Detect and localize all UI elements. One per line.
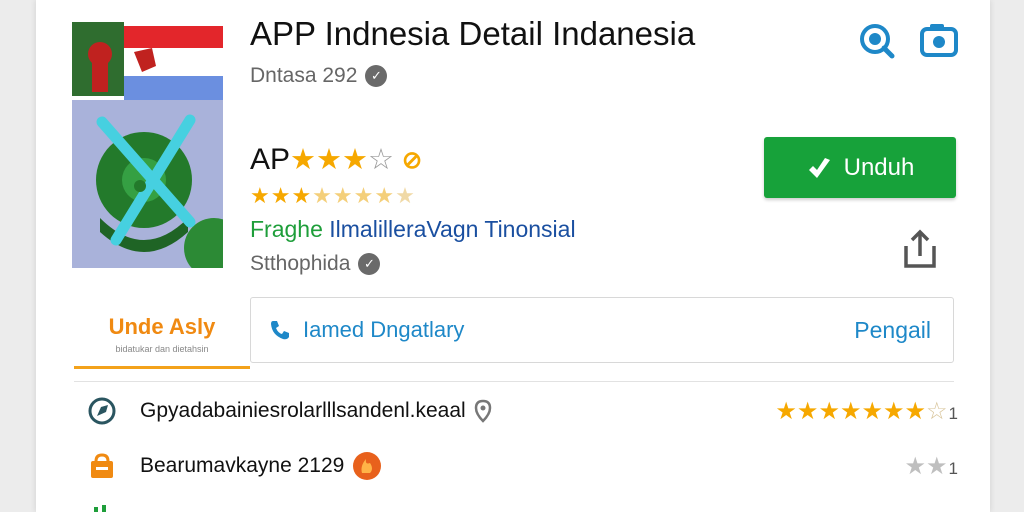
app-detail-card: APP Indnesia Detail Indanesia Dntasa 292…: [36, 0, 990, 512]
search-icon[interactable]: [855, 20, 897, 60]
store-icon: [88, 452, 116, 480]
app-title: APP Indnesia Detail Indanesia: [250, 15, 696, 52]
list-item-text: Bearumavkayne 2129: [140, 454, 345, 477]
rating-count: 1: [948, 403, 958, 423]
star-outline-icon: ☆: [368, 143, 395, 176]
list-item-icon-partial: [88, 502, 116, 512]
download-icon: [808, 157, 830, 178]
info-icon: ✓: [358, 253, 381, 275]
install-button[interactable]: Unduh: [764, 137, 956, 198]
subtitle-row: Stthophida ✓: [250, 252, 381, 276]
rocket-icon: [88, 397, 116, 425]
share-icon[interactable]: [900, 228, 940, 270]
verified-icon: ✓: [365, 65, 388, 87]
tab-sublabel: bidatukar dan dietahsin: [115, 344, 209, 354]
category-part1: Fraghe: [250, 216, 323, 242]
app-icon: [72, 22, 223, 268]
tab-label: Unde Asly: [108, 314, 216, 339]
list-item[interactable]: Gpyadabainiesrolarlllsandenl.keaal ★★★★★…: [88, 391, 958, 431]
star-icon: ★: [316, 143, 343, 176]
developer-name: Dntasa 292: [250, 64, 358, 87]
list-item-rating: ★★1: [904, 452, 959, 480]
subtitle-text: Stthophida: [250, 252, 351, 275]
tab-details[interactable]: Unde Asly bidatukar dan dietahsin: [74, 300, 250, 369]
developer-row[interactable]: Dntasa 292 ✓: [250, 64, 388, 88]
contact-text: Iamed Dngatlary: [303, 317, 465, 342]
phone-icon: [271, 321, 289, 340]
contact-action[interactable]: Pengail: [854, 317, 931, 344]
list-item[interactable]: Bearumavkayne 2129 ★★1: [88, 446, 958, 486]
rating-label: AP: [250, 143, 291, 176]
rating-count: 1: [948, 458, 958, 478]
install-label: Unduh: [843, 153, 915, 181]
star-icon: ★: [342, 143, 369, 176]
list-item-rating: ★★★★★★★☆1: [775, 397, 958, 425]
category-link[interactable]: Fraghe IlmalilleraVagn Tinonsial: [250, 216, 576, 243]
camera-icon[interactable]: [918, 20, 960, 60]
divider: [74, 381, 954, 382]
star-icon: ★: [290, 143, 317, 176]
fire-badge-icon: [353, 452, 382, 480]
list-item-text: Gpyadabainiesrolarlllsandenl.keaal: [140, 399, 466, 422]
location-pin-icon: [474, 399, 491, 423]
contact-box[interactable]: Iamed Dngatlary Pengail: [250, 297, 954, 363]
rating-stars-small: ★★★★★★★★: [250, 183, 416, 208]
rating-badge-icon: ⊘: [402, 146, 423, 174]
category-part2: IlmalilleraVagn Tinonsial: [329, 216, 576, 242]
rating-row: AP ★ ★ ★ ☆ ⊘: [250, 143, 422, 177]
